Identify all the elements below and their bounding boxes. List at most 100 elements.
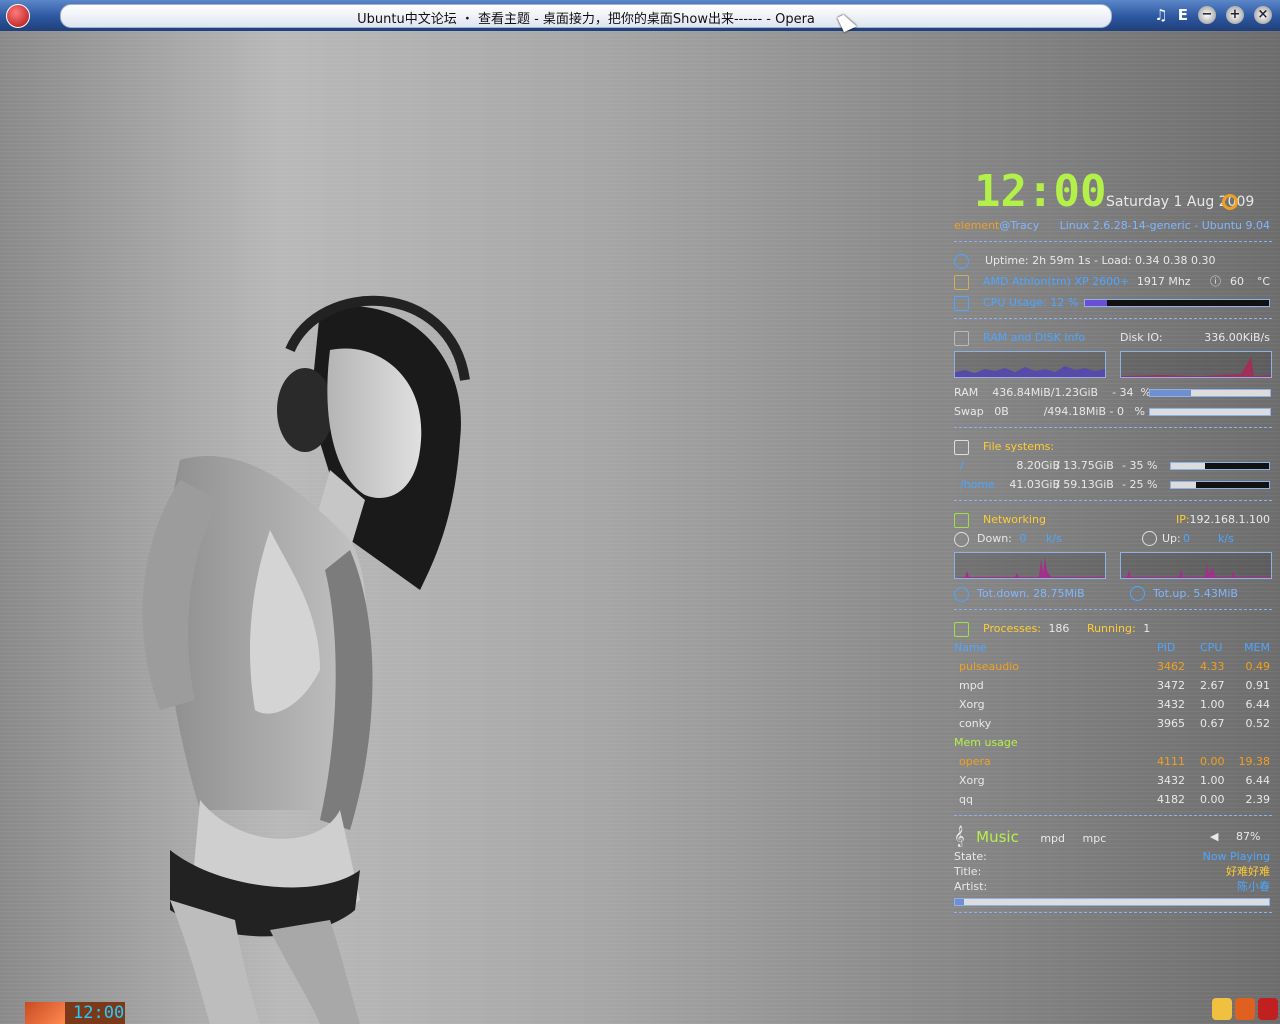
- divider: [954, 912, 1272, 914]
- music-header: 𝄞 Music mpd mpc ◀ 87%: [954, 825, 1272, 849]
- launcher-icon[interactable]: [25, 1002, 65, 1024]
- e-icon[interactable]: E: [1178, 6, 1188, 24]
- download-graph: [954, 552, 1106, 579]
- process-cpu: 0.00: [1200, 793, 1225, 806]
- music-label: Music: [976, 828, 1019, 846]
- process-mem: 0.49: [1245, 660, 1271, 673]
- cpu-usage-bar: [1084, 299, 1270, 307]
- total-up: Tot.up. 5.43MiB: [1153, 587, 1238, 600]
- fs-used: 8.20GiB: [1016, 459, 1060, 472]
- processes-label: Processes:: [983, 622, 1041, 635]
- net-totals-row: Tot.down. 28.75MiB Tot.up. 5.43MiB: [954, 584, 1272, 603]
- music-progress-bar: [954, 898, 1270, 906]
- down-label: Down:: [977, 532, 1012, 545]
- ip-label: IP:: [1176, 513, 1190, 526]
- temp-unit: °C: [1256, 275, 1270, 288]
- process-cpu: 1.00: [1200, 774, 1225, 787]
- col-pid: PID: [1157, 641, 1176, 654]
- close-button[interactable]: ×: [1254, 6, 1272, 24]
- music-progress-fill: [955, 899, 965, 905]
- fs-row: / 8.20GiB/ 13.75GiB - 35 %: [954, 456, 1272, 475]
- process-table-header: Name PID CPU MEM: [954, 638, 1272, 657]
- mpc-label: mpc: [1082, 832, 1107, 845]
- process-pid: 3432: [1157, 774, 1185, 787]
- uptime-row: Uptime: 2h 59m 1s - Load: 0.34 0.38 0.30: [954, 251, 1272, 270]
- process-cpu: 1.00: [1200, 698, 1225, 711]
- qq-penguin-icon[interactable]: [1212, 998, 1232, 1020]
- net-label: Networking: [983, 513, 1046, 526]
- taskbar-clock[interactable]: 12:00: [25, 1002, 125, 1024]
- title-row: Title: 好难好难: [954, 864, 1272, 879]
- divider: [954, 318, 1272, 320]
- cpu-mhz: 1917 Mhz: [1136, 275, 1191, 288]
- top-mem-list: opera 4111 0.00 19.38 Xorg 3432 1.00 6.44 qq 4182…: [954, 752, 1272, 809]
- swap-usage-text: Swap 0B /494.18MiB - 0 %: [954, 405, 1145, 418]
- divider: [954, 609, 1272, 611]
- process-name: Xorg: [959, 698, 985, 711]
- mpd-label: mpd: [1040, 832, 1066, 845]
- process-row: qq 4182 0.00 2.39: [954, 790, 1272, 809]
- process-name: mpd: [959, 679, 984, 692]
- artist-row: Artist: 陈小春: [954, 879, 1272, 894]
- treble-clef-icon: 𝄞: [954, 826, 965, 847]
- process-cpu: 0.00: [1200, 755, 1225, 768]
- cpu-usage-label: CPU Usage: 12 %: [983, 296, 1079, 309]
- conky-panel: 12:00 Saturday 1 Aug 2009 element@Tracy …: [954, 168, 1272, 922]
- process-mem: 0.52: [1245, 717, 1271, 730]
- upload-icon: [1142, 531, 1157, 546]
- fs-pct: - 35 %: [1122, 459, 1158, 472]
- title-pill: Ubuntu中文论坛 ・ 查看主题 - 桌面接力，把你的桌面Show出来----…: [60, 4, 1112, 28]
- fs-mount: /: [960, 459, 964, 472]
- opera-menu-button[interactable]: [6, 4, 30, 28]
- fs-used: 41.03GiB: [1009, 478, 1060, 491]
- process-pid: 4182: [1157, 793, 1185, 806]
- fs-bar: [1170, 481, 1270, 489]
- fs-bar: [1170, 462, 1270, 470]
- maximize-button[interactable]: +: [1226, 6, 1244, 24]
- up-value: 0: [1183, 532, 1190, 545]
- process-cpu: 2.67: [1200, 679, 1225, 692]
- system-tray: [1212, 998, 1278, 1020]
- fs-fill: [1171, 482, 1196, 488]
- ram-bar: [1149, 389, 1271, 397]
- total-down-icon: [954, 586, 969, 602]
- music-note-icon[interactable]: ♫: [1154, 6, 1167, 24]
- swap-row: Swap 0B /494.18MiB - 0 %: [954, 402, 1272, 421]
- ubuntu-logo-icon: [1222, 194, 1238, 210]
- minimize-button[interactable]: −: [1198, 6, 1216, 24]
- at-sign: @: [999, 219, 1011, 232]
- ram-fill: [1150, 390, 1191, 396]
- title-value: 好难好难: [1226, 865, 1270, 878]
- ram-disk-header: RAM and DISK Info Disk IO: 336.00KiB/s: [954, 328, 1272, 347]
- down-value: 0: [1019, 532, 1027, 545]
- disk-io-value: 336.00KiB/s: [1204, 331, 1270, 344]
- processes-icon: [954, 621, 969, 637]
- state-label: State:: [954, 850, 987, 863]
- host-name: Tracy: [1010, 219, 1040, 232]
- ram-row: RAM 436.84MiB/1.23GiB - 34 %: [954, 383, 1272, 402]
- upload-graph: [1120, 552, 1272, 579]
- cpu-temp: 60: [1230, 275, 1244, 288]
- process-row: opera 4111 0.00 19.38: [954, 752, 1272, 771]
- col-mem: MEM: [1244, 641, 1270, 654]
- process-pid: 3472: [1157, 679, 1185, 692]
- ram-disk-label: RAM and DISK Info: [983, 331, 1086, 344]
- process-row: mpd 3472 2.67 0.91: [954, 676, 1272, 695]
- divider: [954, 500, 1272, 502]
- fs-pct: - 25 %: [1122, 478, 1158, 491]
- volume-value: 87%: [1236, 830, 1261, 843]
- process-pid: 4111: [1157, 755, 1185, 768]
- artist-value: 陈小春: [1237, 880, 1270, 893]
- process-name: opera: [959, 755, 991, 768]
- process-name: Xorg: [959, 774, 985, 787]
- input-method-icon[interactable]: [1258, 998, 1278, 1020]
- opera-tray-icon[interactable]: [1235, 998, 1255, 1020]
- process-cpu: 4.33: [1200, 660, 1225, 673]
- fs-header: File systems:: [954, 437, 1272, 456]
- process-mem: 0.91: [1245, 679, 1271, 692]
- ram-graph: [954, 351, 1106, 378]
- network-icon: [954, 512, 969, 528]
- filesystem-icon: [954, 439, 969, 455]
- title-bar: Ubuntu中文论坛 ・ 查看主题 - 桌面接力，把你的桌面Show出来----…: [0, 0, 1280, 31]
- col-cpu: CPU: [1200, 641, 1223, 654]
